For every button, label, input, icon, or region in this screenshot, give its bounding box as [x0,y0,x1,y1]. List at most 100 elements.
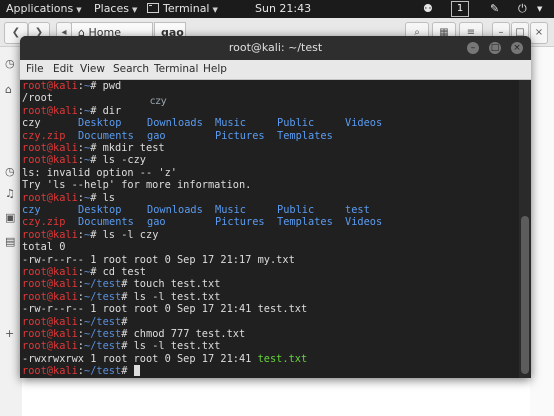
power-icon[interactable]: ⏻ [518,2,527,16]
prompt-line: root@kali:~# pwd [22,80,517,92]
terminal-window: root@kali: ~/test – □ × File Edit View S… [20,36,531,378]
prompt-line: root@kali:~# ls -czy [22,154,517,166]
menu-terminal[interactable]: Terminal [154,63,198,75]
terminal-titlebar[interactable]: root@kali: ~/test – □ × [20,36,531,61]
terminal-app-menu[interactable]: Terminal ▼ [147,2,218,15]
maximize-button[interactable]: □ [489,42,501,54]
prompt-user: root@kali [22,315,78,328]
chevron-down-icon[interactable]: ▼ [537,5,542,13]
prompt-line: root@kali:~/test# [22,365,517,377]
output-text: /root [22,92,53,105]
listing-line: czy Desktop Downloads Music Public Videos [22,117,517,129]
prompt-path: ~/test [84,290,122,303]
listing-line: czy Desktop Downloads Music Public test [22,204,517,216]
executable-file: test.txt [257,352,308,365]
prompt-symbol: # [121,328,134,340]
trash-icon[interactable]: ▤ [5,235,15,248]
menu-file[interactable]: File [26,63,44,75]
top-bar: Applications ▼ Places ▼ Terminal ▼ Sun 21:4… [0,0,554,18]
prompt-path: ~/test [84,278,122,291]
recent-icon[interactable]: ◷ [5,57,15,70]
listing-entry: Music [215,117,246,130]
prompt-path: ~/test [84,340,122,353]
listing-entry: Public [277,204,315,216]
prompt-symbol: # [90,104,103,117]
text-cursor [133,365,140,377]
menu-view[interactable]: View [80,63,105,75]
listing-entry: czy [22,204,41,216]
prompt-line: root@kali:~# cd test [22,266,517,278]
prompt-symbol: # [121,340,134,353]
prompt-line: root@kali:~# mkdir test [22,142,517,154]
pen-icon[interactable]: ✎ [490,2,499,15]
terminal-icon [147,3,159,13]
clock[interactable]: Sun 21:43 [255,2,311,15]
scrollbar-thumb[interactable] [521,216,529,374]
listing-entry: test [345,204,370,216]
music-icon[interactable]: ♫ [5,187,15,200]
command-text: dir [102,104,122,117]
terminal-menubar: File Edit View Search Terminal Help [20,60,531,80]
listing-entry: Pictures [215,129,265,142]
minimize-button[interactable]: – [467,42,479,54]
close-button[interactable]: × [530,22,548,44]
command-text: ls -l test.txt [133,290,221,303]
output-text: -rw-r--r-- 1 root root 0 Sep 17 21:17 my… [22,253,295,266]
listing-entry: Templates [277,216,333,229]
command-text: cd test [102,266,147,278]
menu-help[interactable]: Help [203,63,227,75]
add-icon[interactable]: + [5,327,14,340]
prompt-user: root@kali [22,154,78,167]
listing-entry: Videos [345,216,383,229]
prompt-line: root@kali:~/test# ls -l test.txt [22,291,517,303]
prompt-line: root@kali:~# dir [22,105,517,117]
prompt-symbol: # [90,228,103,241]
prompt-symbol: # [121,365,134,378]
command-text: ls [102,191,116,204]
places-menu[interactable]: Places ▼ [94,2,137,15]
output-text: Try 'ls --help' for more information. [22,179,252,192]
output-text: -rw-r--r-- 1 root root 0 Sep 17 21:41 te… [22,303,308,316]
chevron-down-icon: ▼ [76,6,82,14]
command-text: pwd [102,80,122,92]
output-text: ls: invalid option -- 'z' [22,166,177,179]
chevron-down-icon: ▼ [212,6,218,14]
listing-entry: czy.zip [22,129,66,142]
listing-entry: Documents [78,216,134,229]
close-button[interactable]: × [511,42,523,54]
prompt-symbol: # [90,80,103,92]
prompt-symbol: # [121,278,134,291]
command-text: chmod 777 test.txt [133,328,246,340]
home-icon[interactable]: ⌂ [5,83,12,96]
output-line: total 0 [22,241,517,253]
terminal-output[interactable]: czy root@kali:~# pwd/root root@kali:~# di… [20,80,519,378]
command-text: ls -czy [102,154,147,167]
prompt-user: root@kali [22,278,78,291]
listing-entry: gao [147,129,166,142]
prompt-symbol: # [90,191,103,204]
menu-edit[interactable]: Edit [53,63,73,75]
listing-entry: czy [22,117,41,130]
prompt-user: root@kali [22,191,78,204]
listing-entry: Templates [277,129,333,142]
file-manager-side-panel [530,47,554,416]
prompt-symbol: # [90,154,103,167]
listing-line: czy.zip Documents gao Pictures Templates Vide… [22,216,517,228]
workspace-indicator[interactable]: 1 [451,1,469,17]
prompt-path: ~/test [84,315,122,328]
recent-icon[interactable]: ◷ [5,165,15,178]
pictures-icon[interactable]: ▣ [5,211,15,224]
applications-menu[interactable]: Applications ▼ [6,2,82,15]
prompt-user: root@kali [22,228,78,241]
command-text: mkdir test [102,142,165,154]
listing-entry: Desktop [78,117,122,130]
prompt-user: root@kali [22,328,78,340]
prompt-path: ~/test [84,365,122,378]
output-line: /root [22,92,517,104]
users-icon[interactable]: ⚉ [423,2,433,15]
places-label: Places [94,2,129,15]
terminal-app-label: Terminal [163,2,210,15]
prompt-user: root@kali [22,340,78,353]
menu-search[interactable]: Search [113,63,149,75]
prompt-symbol: # [121,315,134,328]
